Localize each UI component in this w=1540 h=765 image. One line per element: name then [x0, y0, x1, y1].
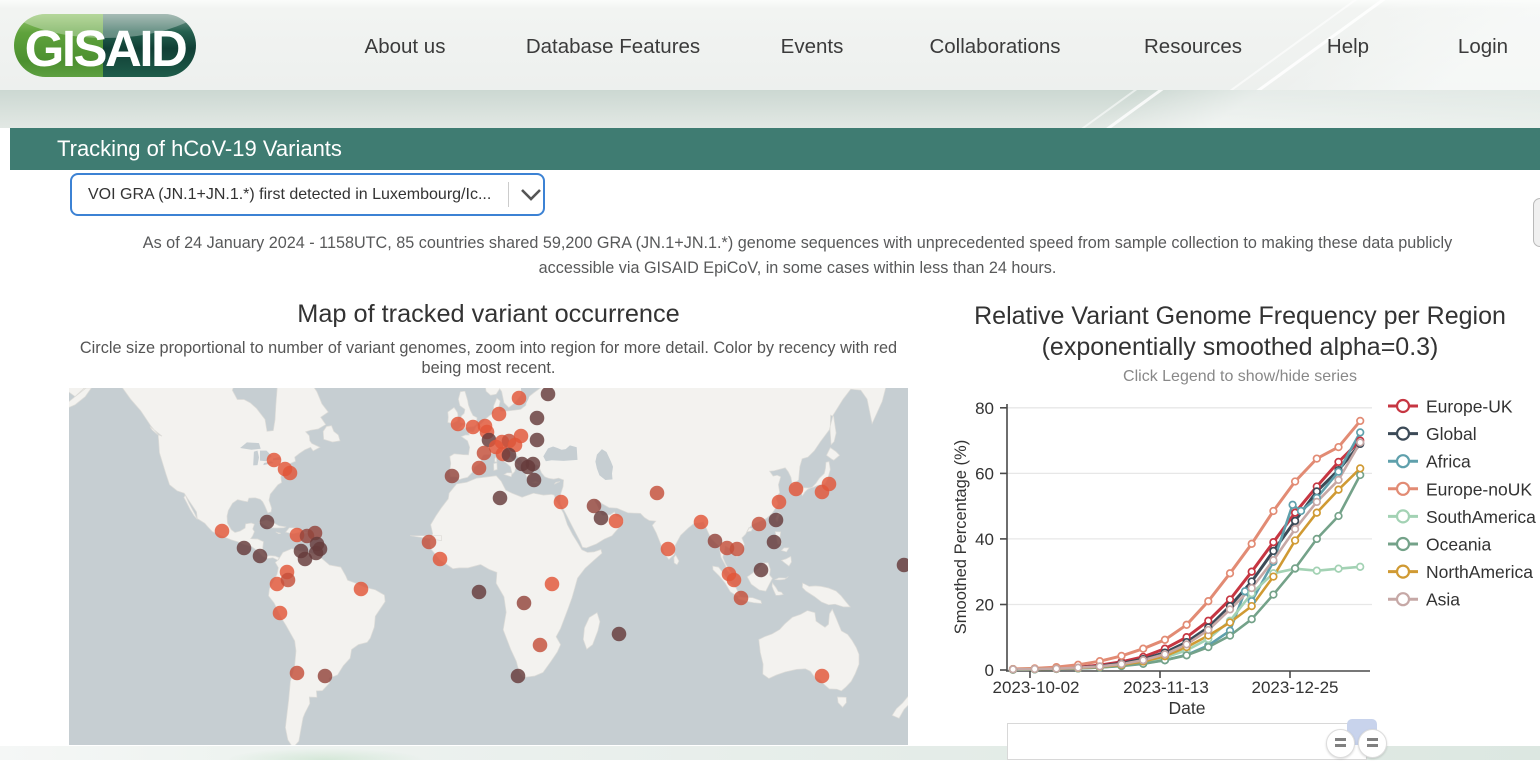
svg-text:2023-10-02: 2023-10-02	[993, 678, 1080, 697]
svg-text:Oceania: Oceania	[1426, 535, 1491, 555]
svg-text:80: 80	[975, 399, 994, 418]
svg-text:60: 60	[975, 464, 994, 483]
svg-text:2023-12-25: 2023-12-25	[1252, 678, 1339, 697]
svg-text:Asia: Asia	[1426, 590, 1460, 610]
svg-text:Europe-noUK: Europe-noUK	[1426, 479, 1532, 499]
svg-text:Africa: Africa	[1426, 452, 1471, 472]
svg-text:Global: Global	[1426, 424, 1477, 444]
svg-text:Europe-UK: Europe-UK	[1426, 397, 1513, 417]
svg-text:2023-11-13: 2023-11-13	[1123, 678, 1209, 697]
svg-text:40: 40	[975, 530, 994, 549]
svg-text:Smoothed Percentage (%): Smoothed Percentage (%)	[952, 440, 970, 634]
svg-text:NorthAmerica: NorthAmerica	[1426, 562, 1533, 582]
svg-text:SouthAmerica: SouthAmerica	[1426, 507, 1536, 527]
svg-text:20: 20	[975, 596, 994, 615]
svg-text:Date: Date	[1169, 698, 1206, 718]
